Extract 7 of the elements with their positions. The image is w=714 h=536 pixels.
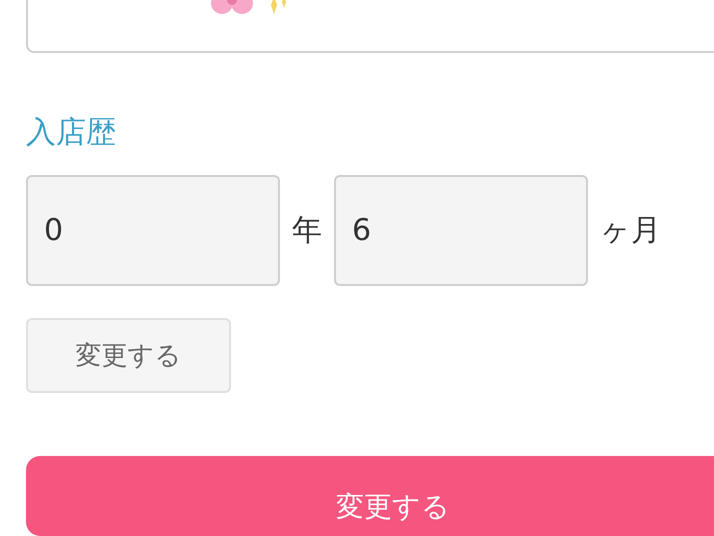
change-button[interactable]: 変更する <box>26 318 231 393</box>
sparkle-icon <box>268 0 288 14</box>
unit-label: ヶ月 <box>600 212 661 250</box>
unit-label: 年 <box>292 212 322 250</box>
years-field[interactable]: 0 <box>26 175 280 286</box>
section-label: 入店歴 <box>26 115 117 151</box>
months-field[interactable]: 6 <box>334 175 588 286</box>
